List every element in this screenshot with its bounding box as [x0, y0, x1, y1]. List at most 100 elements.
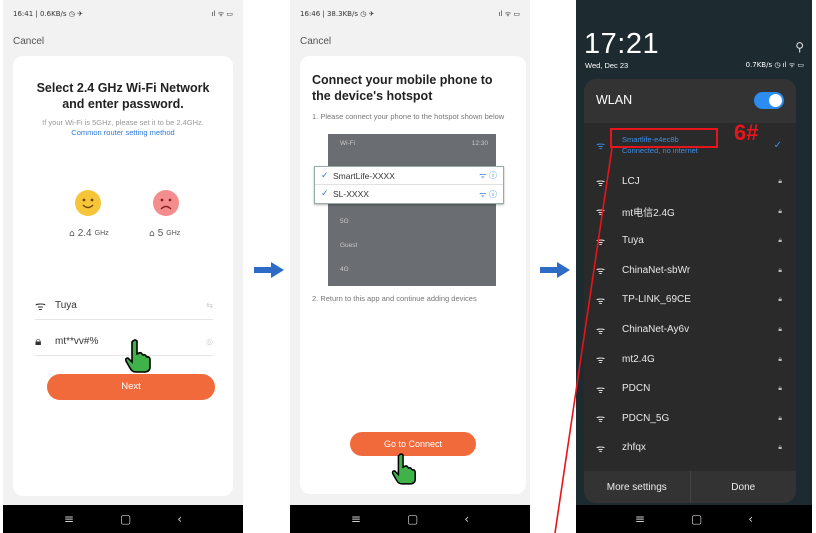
phone-connect-hotspot: 16:46 | 38.3KB/s ◷ ✈ ıl ᯤ ▭ Cancel Conne…: [290, 0, 530, 533]
more-settings-button[interactable]: More settings: [584, 471, 691, 503]
eye-icon[interactable]: ◎: [206, 337, 213, 346]
back-icon[interactable]: ‹: [177, 512, 182, 526]
wifi-name-field[interactable]: ᯤ Tuya ⇆: [35, 292, 213, 320]
wifi-icon: ᯤ: [596, 384, 606, 396]
arrow-right-icon: [540, 262, 570, 278]
network-row[interactable]: ᯤ zhfqx 🔒︎: [584, 433, 796, 462]
network-name: PDCN_5G: [622, 412, 670, 424]
back-icon[interactable]: ‹: [464, 512, 469, 526]
phone-wlan-list: 17:21 ⚲ Wed, Dec 23 0.7KB/s ◷ ıl ᯤ ▭ WLA…: [576, 0, 812, 533]
lock-icon: 🔒︎: [778, 206, 782, 215]
back-icon[interactable]: ‹: [748, 512, 753, 526]
search-icon[interactable]: ⚲: [795, 40, 804, 54]
wifi-icon: ᯤ: [596, 414, 606, 426]
dialog-buttons: More settings Done: [584, 471, 796, 503]
network-name: TP-LINK_69CE: [622, 294, 691, 306]
wlan-toggle[interactable]: [754, 92, 784, 109]
status-left: 16:46 | 38.3KB/s ◷ ✈: [300, 10, 375, 18]
info-icon[interactable]: ᯤ ⓘ: [479, 170, 497, 181]
wifi-icon: ᯤ: [596, 177, 606, 189]
home-icon[interactable]: ▢: [407, 512, 418, 526]
menu-icon[interactable]: ≡: [351, 512, 361, 526]
step-2-text: 2. Return to this app and continue addin…: [312, 294, 477, 303]
lock-icon: 🔒︎: [778, 236, 782, 245]
band-5g-label: ⌂ 5 GHz: [149, 228, 181, 239]
info-icon[interactable]: ᯤ ⓘ: [479, 189, 497, 200]
wlan-header: WLAN: [584, 79, 796, 123]
lock-icon: 🔒︎: [778, 413, 782, 422]
home-icon[interactable]: ▢: [120, 512, 131, 526]
network-row[interactable]: ᯤ Tuya 🔒︎: [584, 226, 796, 255]
mock-header: Wi-Fi: [340, 140, 356, 147]
status-right: 0.7KB/s ◷ ıl ᯤ ▭: [745, 61, 804, 69]
wifi-name-value: Tuya: [55, 300, 77, 311]
wifi-icon: ᯤ: [596, 325, 606, 337]
network-name: LCJ: [622, 176, 640, 187]
router-icon: ⌂: [69, 228, 75, 239]
menu-icon[interactable]: ≡: [64, 512, 74, 526]
lock-icon: 🔒︎: [778, 265, 782, 274]
date: Wed, Dec 23: [585, 61, 629, 70]
password-value: mt**vv#%: [55, 336, 99, 347]
smile-face-icon: [75, 190, 101, 216]
sad-face-icon: [153, 190, 179, 216]
menu-icon[interactable]: ≡: [635, 512, 645, 526]
page-title: Connect your mobile phone to the device'…: [312, 73, 493, 103]
lock-icon: 🔒︎: [778, 354, 782, 363]
network-row[interactable]: ᯤ mt2.4G 🔒︎: [584, 345, 796, 374]
status-right: ıl ᯤ ▭: [498, 10, 520, 18]
network-row[interactable]: ᯤ PDCN_5G 🔒︎: [584, 404, 796, 433]
router-icon: ⌂: [149, 228, 155, 239]
network-name: zhfqx: [622, 442, 646, 454]
tutorial-screenshot-strip: 16:41 | 0.6KB/s ◷ ✈ ıl ᯤ ▭ Cancel Select…: [0, 0, 816, 533]
wifi-icon: ᯤ: [596, 295, 606, 307]
network-name: Tuya: [622, 235, 644, 247]
check-icon: ✓: [773, 139, 782, 151]
network-row[interactable]: ᯤ TP-LINK_69CE 🔒︎: [584, 285, 796, 314]
lock-icon: 🔒︎: [778, 295, 782, 304]
wifi-icon: ᯤ: [35, 299, 46, 313]
network-name: mt电信2.4G: [622, 207, 675, 219]
network-card: Select 2.4 GHz Wi-Fi Network and enter p…: [13, 56, 233, 496]
network-row[interactable]: ᯤ mt电信2.4G 🔒︎: [584, 197, 796, 226]
status-bar: 16:46 | 38.3KB/s ◷ ✈ ıl ᯤ ▭: [300, 10, 520, 19]
wifi-icon: ᯤ: [596, 236, 606, 248]
hotspot-row-smartlife[interactable]: ✓ SmartLife-XXXX ᯤ ⓘ: [315, 167, 503, 185]
check-icon: ✓: [321, 170, 329, 181]
network-row[interactable]: ᯤ LCJ 🔒︎: [584, 167, 796, 196]
network-name: ChinaNet-Ay6v: [622, 324, 690, 335]
done-button[interactable]: Done: [691, 471, 797, 503]
arrow-right-icon: [254, 262, 284, 278]
mock-row-guest: Guest: [340, 242, 358, 249]
cancel-button[interactable]: Cancel: [13, 36, 44, 47]
lock-icon: 🔒︎: [778, 177, 782, 185]
network-row[interactable]: ᯤ ChinaNet-sbWr 🔒︎: [584, 256, 796, 285]
network-name: PDCN: [622, 383, 651, 395]
lock-icon: 🔒︎: [778, 325, 782, 333]
hotspot-card: Connect your mobile phone to the device'…: [300, 56, 526, 494]
annotation-label: 6#: [734, 120, 759, 145]
cancel-button[interactable]: Cancel: [300, 36, 331, 47]
next-button[interactable]: Next: [47, 374, 215, 400]
lock-icon: 🔒︎: [778, 384, 782, 393]
wifi-icon: ᯤ: [596, 443, 606, 455]
wlan-title: WLAN: [596, 93, 633, 107]
hotspot-row-sl[interactable]: ✓ SL-XXXX ᯤ ⓘ: [315, 185, 503, 203]
mock-row-5g: 5G: [340, 218, 349, 225]
status-left: 16:41 | 0.6KB/s ◷ ✈: [13, 10, 83, 18]
mock-clock: 12:30: [471, 140, 488, 147]
network-name: ChinaNet-sbWr: [622, 264, 691, 276]
android-nav-bar: ≡ ▢ ‹: [3, 505, 243, 533]
network-row[interactable]: ᯤ PDCN 🔒︎: [584, 374, 796, 403]
wifi-icon: ᯤ: [596, 207, 606, 219]
home-icon[interactable]: ▢: [691, 512, 702, 526]
router-settings-link[interactable]: Common router setting method: [71, 128, 174, 137]
android-nav-bar: ≡ ▢ ‹: [576, 505, 812, 533]
network-name: mt2.4G: [622, 353, 655, 365]
wifi-icon: ᯤ: [596, 266, 606, 278]
band-2g-label: ⌂ 2.4 GHz: [69, 228, 109, 239]
subtitle: If your Wi-Fi is 5GHz, please set it to …: [33, 118, 213, 138]
switch-network-icon[interactable]: ⇆: [206, 301, 213, 310]
subtitle-text: If your Wi-Fi is 5GHz, please set it to …: [42, 118, 204, 127]
network-row[interactable]: ᯤ ChinaNet-Ay6v 🔒︎: [584, 315, 796, 344]
